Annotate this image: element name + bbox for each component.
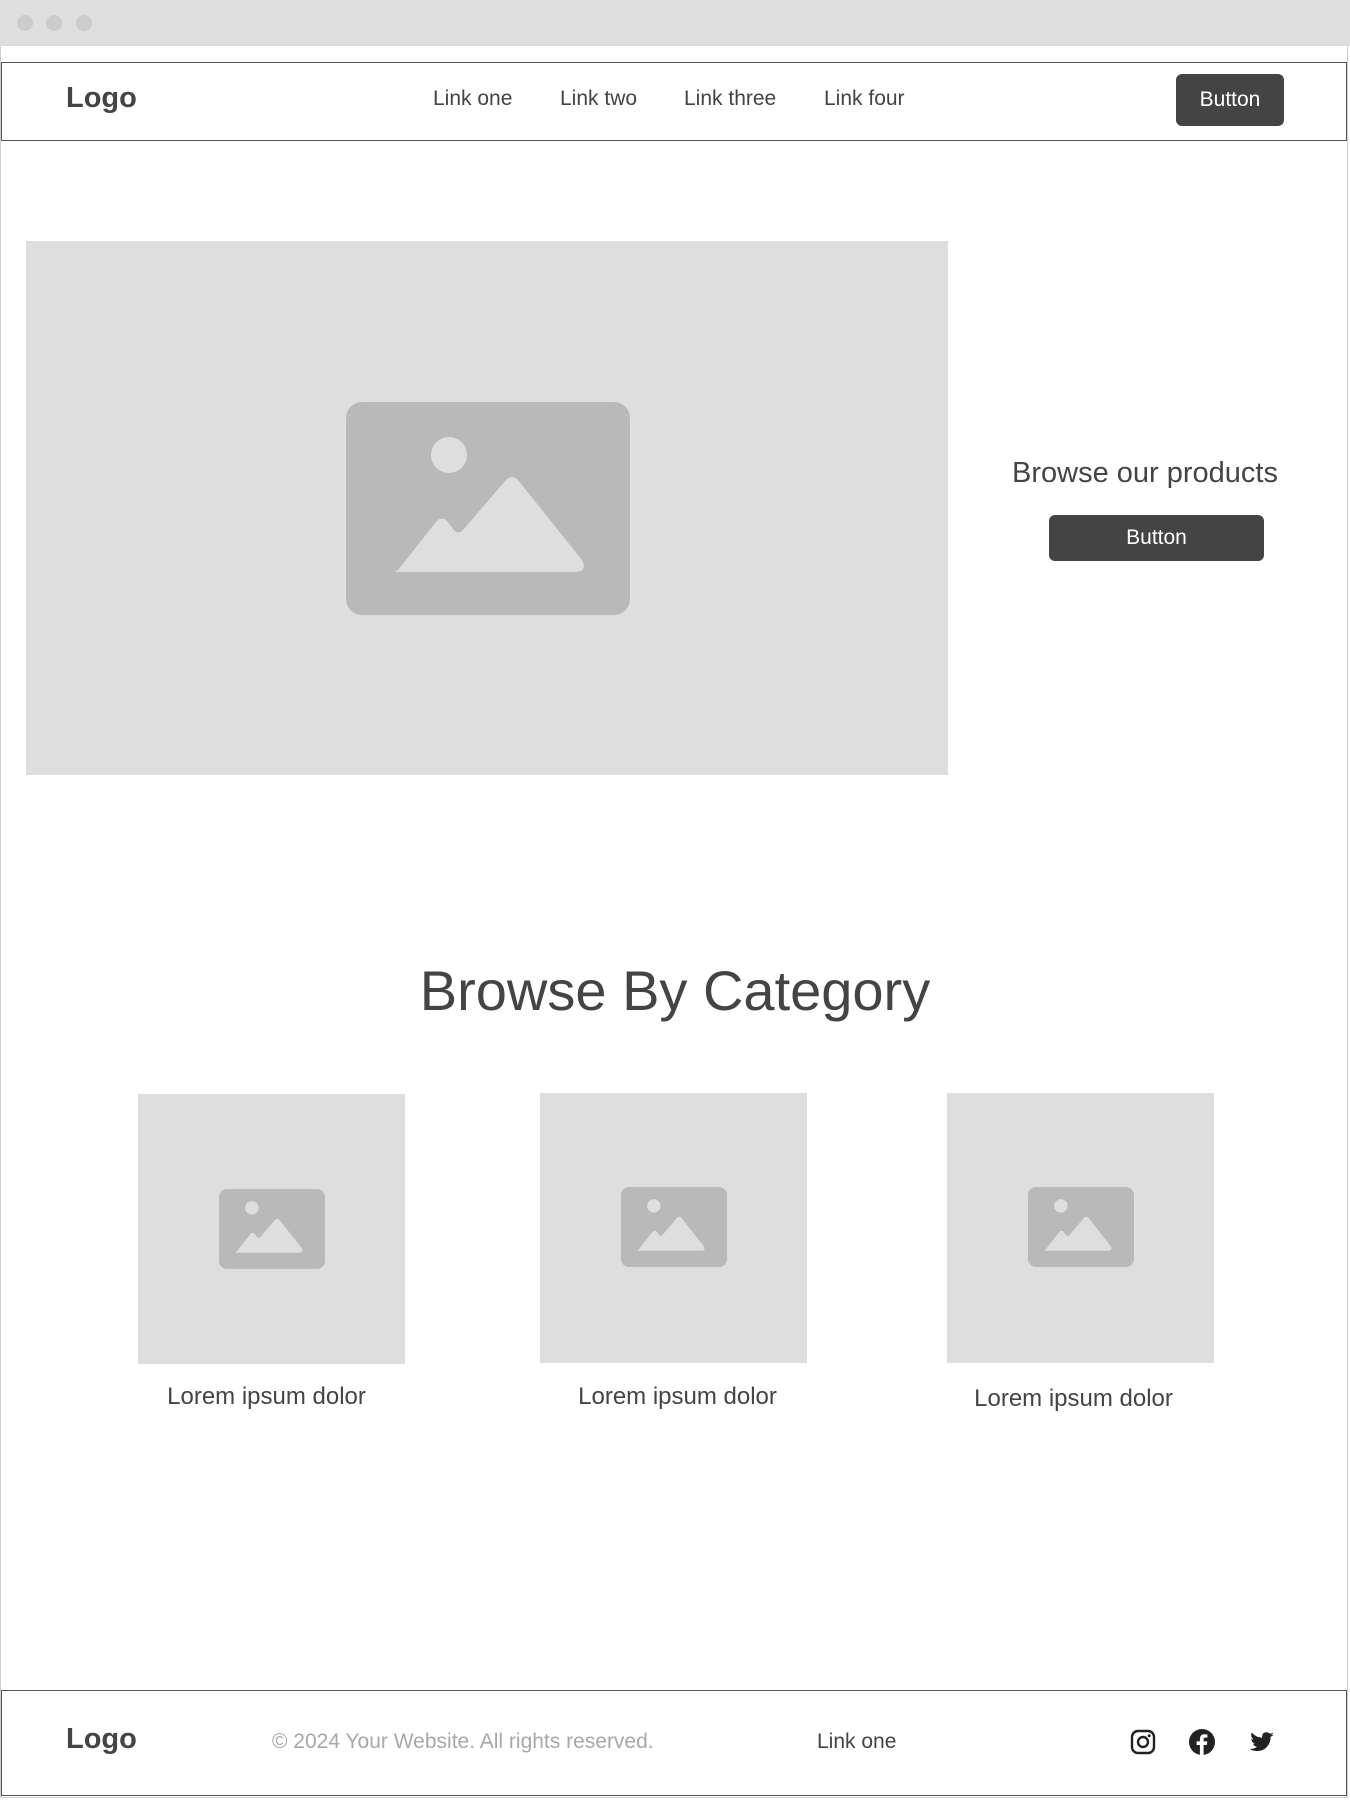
footer-logo[interactable]: Logo	[66, 1723, 137, 1756]
category-card-image[interactable]	[947, 1093, 1214, 1363]
image-placeholder-icon	[346, 402, 630, 615]
nav-link-one[interactable]: Link one	[433, 87, 512, 111]
image-placeholder-icon	[621, 1187, 727, 1267]
hero-title: Browse our products	[1012, 457, 1278, 489]
category-caption[interactable]: Lorem ipsum dolor	[549, 1383, 806, 1411]
footer-link-one[interactable]: Link one	[817, 1730, 896, 1754]
twitter-icon[interactable]	[1246, 1727, 1276, 1757]
image-placeholder-icon	[1028, 1187, 1134, 1267]
nav-link-two[interactable]: Link two	[560, 87, 637, 111]
window-close-dot[interactable]	[17, 15, 33, 31]
header-cta-button[interactable]: Button	[1176, 74, 1284, 126]
section-title: Browse By Category	[419, 959, 931, 1022]
nav-link-three[interactable]: Link three	[684, 87, 776, 111]
category-caption[interactable]: Lorem ipsum dolor	[138, 1383, 395, 1411]
hero-image	[26, 241, 948, 775]
category-card-image[interactable]	[138, 1094, 405, 1364]
window-maximize-dot[interactable]	[76, 15, 92, 31]
facebook-icon[interactable]	[1187, 1727, 1217, 1757]
category-card-image[interactable]	[540, 1093, 807, 1363]
category-caption[interactable]: Lorem ipsum dolor	[945, 1385, 1202, 1413]
instagram-icon[interactable]	[1128, 1727, 1158, 1757]
image-placeholder-icon	[219, 1189, 325, 1269]
site-footer: Logo © 2024 Your Website. All rights res…	[1, 1690, 1347, 1796]
window-minimize-dot[interactable]	[46, 15, 62, 31]
nav-link-four[interactable]: Link four	[824, 87, 905, 111]
copyright-text: © 2024 Your Website. All rights reserved…	[272, 1730, 654, 1753]
hero-cta-button[interactable]: Button	[1049, 515, 1264, 561]
site-header: Logo Link one Link two Link three Link f…	[1, 62, 1347, 141]
window-titlebar	[0, 0, 1350, 46]
header-logo[interactable]: Logo	[66, 82, 137, 115]
